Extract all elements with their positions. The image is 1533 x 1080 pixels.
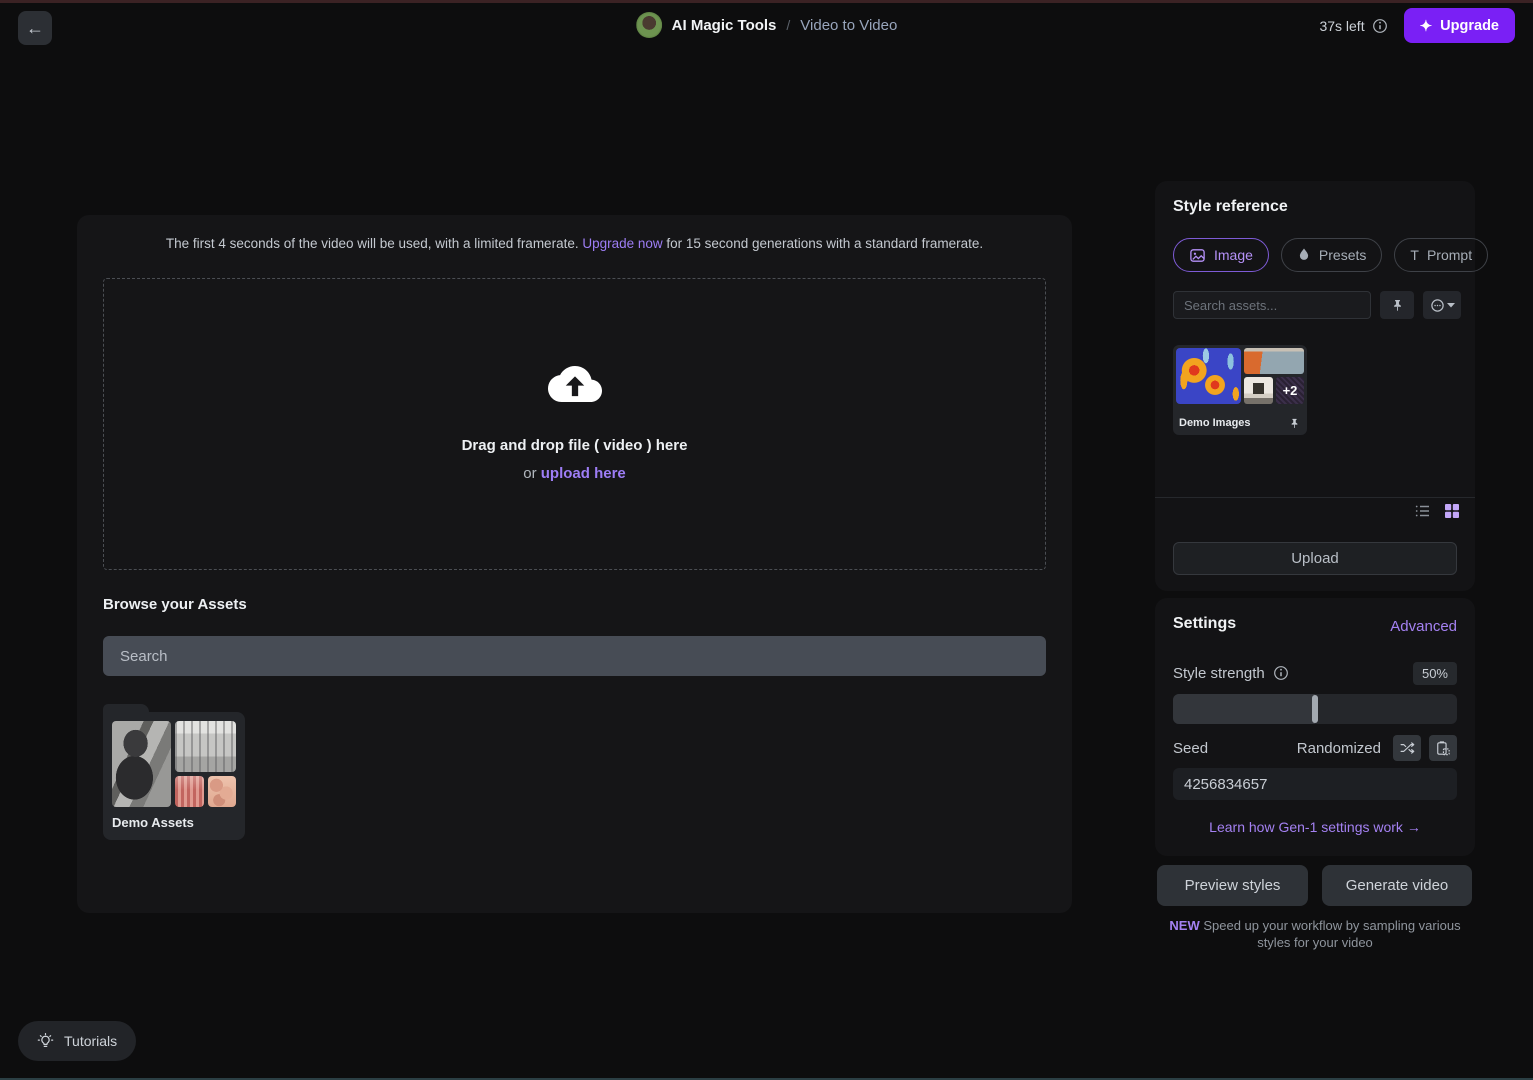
clipboard-icon [1436,740,1450,756]
new-note-text: Speed up your workflow by sampling vario… [1199,918,1461,950]
asset-thumbnail [175,776,204,807]
dropzone-subtitle: or upload here [523,465,626,482]
lightbulb-icon [37,1032,54,1050]
settings-title: Settings [1173,615,1237,632]
demo-images-folder[interactable]: +2 Demo Images [1173,345,1307,435]
pin-filter-button[interactable] [1380,291,1414,319]
asset-search-row [1173,291,1461,319]
learn-settings-link[interactable]: Learn how Gen-1 settings work → [1155,819,1475,835]
style-thumbnail-more: +2 [1276,377,1304,404]
credits-label: 37s left [1319,17,1365,34]
style-strength-label: Style strength [1173,664,1265,682]
browse-assets-heading: Browse your Assets [103,596,247,613]
new-feature-note: NEW Speed up your workflow by sampling v… [1163,917,1467,951]
info-icon[interactable] [1273,665,1289,681]
notice-text-after: for 15 second generations with a standar… [662,236,984,251]
sparkle-icon: ✦ [1419,17,1433,35]
tab-label: Presets [1318,247,1367,263]
copy-seed-button[interactable] [1429,735,1457,761]
image-icon [1189,247,1206,264]
back-arrow-icon: ← [26,17,44,38]
tab-label: Image [1214,247,1253,263]
style-strength-value: 50% [1412,661,1457,685]
seed-label: Seed [1173,739,1209,757]
main-panel: The first 4 seconds of the video will be… [77,215,1072,913]
slider-handle[interactable] [1312,695,1318,723]
grid-view-icon[interactable] [1444,503,1460,519]
slider-fill [1173,694,1315,724]
chevron-down-icon [1446,302,1455,308]
more-count-badge: +2 [1282,383,1298,398]
seed-row: Seed Randomized [1173,734,1457,762]
tab-prompt[interactable]: T Prompt [1394,238,1489,272]
back-button[interactable]: ← [18,11,52,45]
demo-assets-folder[interactable]: Demo Assets [103,704,245,840]
settings-panel: Settings Advanced Style strength 50% See… [1155,598,1475,856]
tutorials-label: Tutorials [64,1033,118,1049]
app-root: ← AI Magic Tools / Video to Video 37s le… [0,0,1533,1080]
media-filter-icon [1430,298,1445,313]
seed-mode-label: Randomized [1296,739,1381,757]
or-text: or [523,465,541,482]
style-strength-slider[interactable] [1173,694,1457,724]
style-assets-search-input[interactable] [1173,291,1371,319]
breadcrumb-separator: / [786,17,791,33]
style-reference-title: Style reference [1173,198,1288,215]
preview-styles-button[interactable]: Preview styles [1157,865,1308,906]
asset-thumbnail [175,721,236,772]
upgrade-button[interactable]: ✦ Upgrade [1403,8,1515,43]
app-title[interactable]: AI Magic Tools [672,17,777,34]
credits-remaining: 37s left [1319,18,1387,34]
randomize-seed-button[interactable] [1393,735,1421,761]
tab-label: Prompt [1426,247,1473,263]
avatar [635,12,662,38]
breadcrumb: AI Magic Tools / Video to Video [635,11,898,39]
notice-text-before: The first 4 seconds of the video will be… [165,236,583,251]
header-right: 37s left ✦ Upgrade [1319,8,1515,43]
style-thumbnail [1244,377,1273,404]
tab-image[interactable]: Image [1173,238,1269,272]
upgrade-label: Upgrade [1440,17,1499,34]
arrow-right-icon: → [1406,819,1421,835]
seed-input[interactable] [1173,768,1457,800]
folder-label: Demo Assets [112,815,194,830]
folder-label: Demo Images [1179,417,1251,429]
assets-search-input[interactable] [103,636,1046,676]
upgrade-now-link[interactable]: Upgrade now [582,236,662,251]
text-icon: T [1410,247,1419,263]
info-icon[interactable] [1372,18,1388,34]
top-accent-line [0,0,1533,3]
style-reference-panel: Style reference Image Presets T Prompt S… [1155,181,1489,591]
style-thumbnail [1176,348,1241,404]
view-toggles [1415,503,1460,519]
generate-video-button[interactable]: Generate video [1322,865,1472,906]
pinned-icon[interactable] [1289,417,1300,430]
list-view-icon[interactable] [1415,504,1431,518]
asset-thumbnail [112,721,171,807]
style-thumbnail [1244,348,1304,374]
upload-here-link[interactable]: upload here [541,465,626,482]
tutorials-button[interactable]: Tutorials [18,1021,137,1061]
video-dropzone[interactable]: Drag and drop file ( video ) here or upl… [103,278,1046,570]
new-badge: NEW [1169,918,1200,933]
tab-presets[interactable]: Presets [1280,238,1383,272]
page-title: Video to Video [800,16,898,34]
style-strength-row: Style strength 50% [1173,660,1457,686]
style-reference-tabs: Image Presets T Prompt [1173,238,1489,272]
dropzone-title: Drag and drop file ( video ) here [461,437,688,454]
divider [1155,497,1475,498]
cloud-upload-icon [547,366,602,411]
pin-icon [1391,298,1404,313]
framerate-notice: The first 4 seconds of the video will be… [77,236,1072,251]
asset-thumbnail [208,776,236,807]
shuffle-icon [1400,742,1415,754]
droplet-icon [1297,247,1311,263]
advanced-link[interactable]: Advanced [1390,618,1457,635]
style-upload-button[interactable]: Upload [1173,542,1457,575]
asset-type-filter-button[interactable] [1423,291,1461,319]
